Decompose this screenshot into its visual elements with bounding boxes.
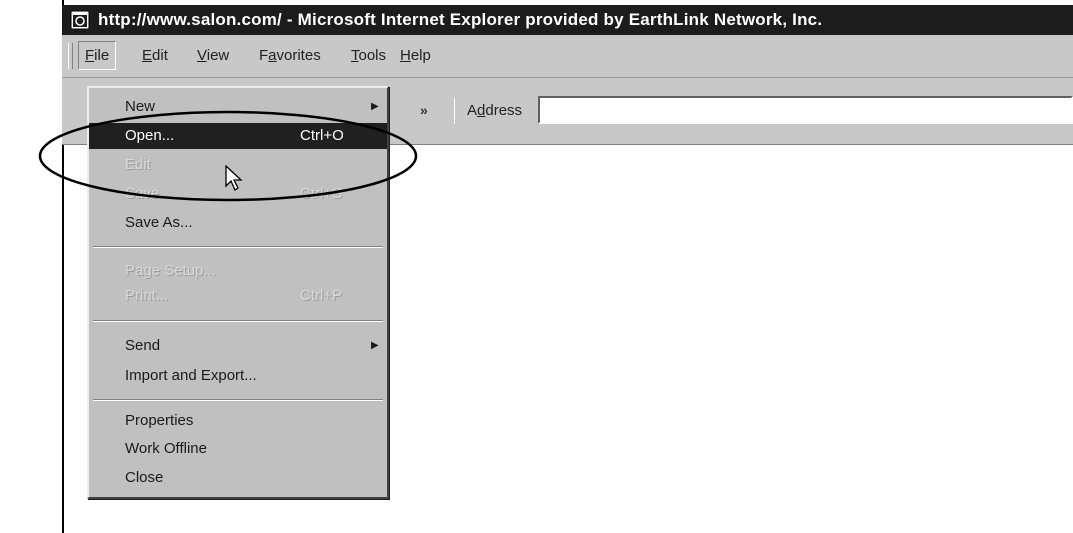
menu-favorites[interactable]: Favorites xyxy=(259,47,321,64)
menu-separator xyxy=(93,320,383,322)
menu-item-new[interactable]: New ▶ xyxy=(89,94,387,120)
menubar-grip[interactable] xyxy=(68,43,73,69)
menu-item-save-as[interactable]: Save As... xyxy=(89,210,387,236)
title-bar[interactable]: http://www.salon.com/ - Microsoft Intern… xyxy=(62,5,1073,35)
menu-item-send[interactable]: Send ▶ xyxy=(89,333,387,359)
menu-separator xyxy=(93,246,383,248)
file-menu-dropdown: New ▶ Open... Ctrl+O Edit Save Ctrl+S Sa… xyxy=(87,86,389,499)
menu-item-page-setup: Page Setup... xyxy=(125,262,216,279)
menu-help[interactable]: Help xyxy=(400,47,431,64)
toolbar-chevron[interactable]: » xyxy=(420,102,428,118)
menu-separator xyxy=(93,399,383,401)
menu-item-open[interactable]: Open... Ctrl+O xyxy=(89,123,387,149)
menu-edit[interactable]: Edit xyxy=(142,47,168,64)
ie-icon xyxy=(70,10,90,30)
menu-item-print: Print... Ctrl+P xyxy=(125,287,343,304)
submenu-arrow-icon: ▶ xyxy=(371,101,379,112)
menu-bar: File Edit View Favorites Tools Help xyxy=(62,35,1073,78)
submenu-arrow-icon: ▶ xyxy=(371,340,379,351)
menu-file[interactable]: File xyxy=(78,41,117,70)
menu-item-import-export[interactable]: Import and Export... xyxy=(89,363,387,389)
address-label: Address xyxy=(454,98,536,124)
menu-view[interactable]: View xyxy=(197,47,229,64)
menu-item-properties[interactable]: Properties xyxy=(89,408,387,434)
address-input[interactable] xyxy=(538,96,1073,124)
menu-tools[interactable]: Tools xyxy=(351,47,386,64)
arrow-cursor-icon xyxy=(225,165,243,191)
menu-item-close[interactable]: Close xyxy=(89,465,387,491)
menu-item-work-offline[interactable]: Work Offline xyxy=(89,436,387,462)
window-title: http://www.salon.com/ - Microsoft Intern… xyxy=(98,10,823,29)
